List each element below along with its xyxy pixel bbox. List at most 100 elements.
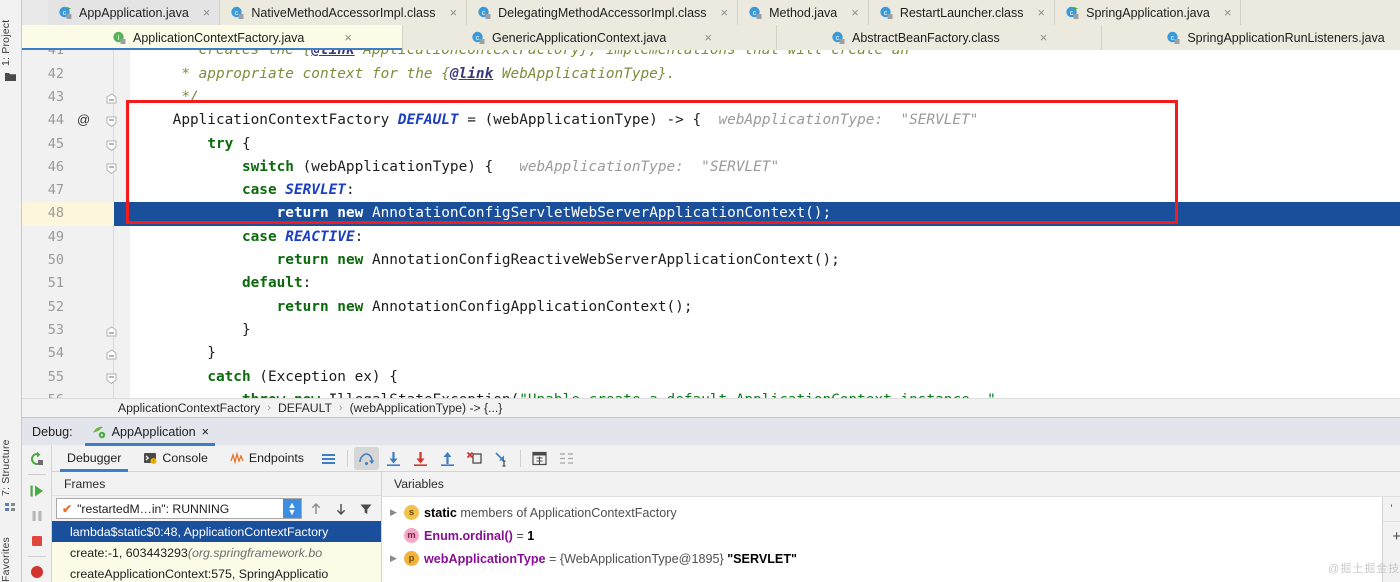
gutter-line[interactable]: 55 — [22, 366, 130, 389]
fold-collapse-icon[interactable] — [106, 162, 117, 173]
gutter-line[interactable]: 44@ — [22, 109, 130, 132]
close-icon[interactable]: × — [721, 6, 729, 19]
fold-end-icon[interactable] — [106, 348, 117, 359]
run-to-cursor-icon[interactable] — [489, 447, 514, 470]
editor-tab-springapplication[interactable]: c SpringApplication.java × — [1055, 0, 1241, 25]
tab-endpoints[interactable]: Endpoints — [219, 445, 315, 472]
sidebar-item-favorites[interactable]: Favorites — [0, 522, 22, 582]
code-line[interactable]: catch (Exception ex) { — [130, 366, 1400, 389]
editor-gutter[interactable]: 41424344@454647484950515253545556 — [22, 50, 130, 398]
editor-tab-applicationcontextfactory[interactable]: I ApplicationContextFactory.java × — [22, 25, 403, 50]
thread-select[interactable]: ✔ "restartedM…in": RUNNING ▲▼ — [56, 498, 302, 519]
force-step-into-icon[interactable] — [408, 447, 433, 470]
variable-row[interactable]: ▶mEnum.ordinal() = 1 — [382, 524, 1382, 547]
editor-tab-springapplicationrunlisteners[interactable]: c SpringApplicationRunListeners.java × — [1102, 25, 1400, 50]
code-line[interactable]: return new AnnotationConfigApplicationCo… — [130, 296, 1400, 319]
frames-up-button[interactable] — [305, 498, 327, 520]
close-icon[interactable]: × — [704, 31, 712, 44]
gutter-line[interactable]: 42 — [22, 63, 130, 86]
mute-breakpoints-button[interactable] — [26, 563, 48, 582]
code-editor[interactable]: 41424344@454647484950515253545556 * Crea… — [22, 50, 1400, 398]
fold-collapse-icon[interactable] — [106, 139, 117, 150]
editor-tab-method[interactable]: c Method.java × — [738, 0, 869, 25]
frames-down-button[interactable] — [330, 498, 352, 520]
fold-collapse-icon[interactable] — [106, 115, 117, 126]
pause-button[interactable] — [26, 506, 48, 525]
fold-collapse-icon[interactable] — [106, 372, 117, 383]
code-line[interactable]: } — [130, 342, 1400, 365]
code-line[interactable]: } — [130, 319, 1400, 342]
resume-button[interactable] — [26, 481, 48, 500]
expand-triangle-icon[interactable]: ▶ — [388, 507, 399, 518]
gutter-line[interactable]: 50 — [22, 249, 130, 272]
frame-row[interactable]: lambda$static$0:48, ApplicationContextFa… — [52, 521, 381, 542]
breadcrumb[interactable]: ApplicationContextFactory › DEFAULT › (w… — [22, 398, 1400, 417]
annotation-marker-icon[interactable]: @ — [77, 112, 90, 127]
gutter-line[interactable]: 56 — [22, 389, 130, 399]
variable-row[interactable]: ▶sstatic members of ApplicationContextFa… — [382, 501, 1382, 524]
debug-session-tab[interactable]: AppApplication × — [85, 418, 215, 446]
watches-count-row[interactable]: ’ ▼ 1 — [1383, 497, 1400, 522]
variable-row[interactable]: ▶pwebApplicationType = {WebApplicationTy… — [382, 547, 1382, 570]
stop-button[interactable] — [26, 531, 48, 550]
code-line[interactable]: case REACTIVE: — [130, 226, 1400, 249]
gutter-line[interactable]: 46 — [22, 156, 130, 179]
frame-row[interactable]: create:-1, 603443293 (org.springframewor… — [52, 542, 381, 563]
gutter-line[interactable]: 43 — [22, 86, 130, 109]
code-line[interactable]: case SERVLET: — [130, 179, 1400, 202]
gutter-line[interactable]: 51 — [22, 272, 130, 295]
close-icon[interactable]: × — [450, 6, 458, 19]
close-icon[interactable]: × — [1224, 6, 1232, 19]
gutter-line[interactable]: 49 — [22, 226, 130, 249]
tab-debugger[interactable]: Debugger — [56, 445, 132, 472]
sidebar-item-structure[interactable]: 7: Structure — [0, 420, 22, 496]
code-line[interactable]: try { — [130, 133, 1400, 156]
fold-end-icon[interactable] — [106, 325, 117, 336]
editor-tab-restartlauncher[interactable]: c RestartLauncher.class × — [869, 0, 1055, 25]
gutter-line[interactable]: 41 — [22, 50, 130, 62]
gutter-line[interactable]: 48 — [22, 202, 130, 225]
code-line[interactable]: */ — [130, 86, 1400, 109]
code-text-area[interactable]: * Creates the {@link ApplicationContextF… — [130, 50, 1400, 398]
expand-triangle-icon[interactable]: ▶ — [388, 553, 399, 564]
gutter-line[interactable]: 45 — [22, 133, 130, 156]
breadcrumb-item-class[interactable]: ApplicationContextFactory — [118, 401, 260, 415]
rerun-button[interactable] — [26, 449, 48, 468]
editor-tab-delegatingmethodaccessorimpl[interactable]: c DelegatingMethodAccessorImpl.class × — [467, 0, 738, 25]
tab-console[interactable]: ! Console — [132, 445, 218, 472]
step-out-icon[interactable] — [435, 447, 460, 470]
fold-end-icon[interactable] — [106, 92, 117, 103]
layout-settings-icon[interactable] — [554, 447, 579, 470]
variables-list[interactable]: ▶sstatic members of ApplicationContextFa… — [382, 497, 1382, 582]
code-line[interactable]: default: — [130, 272, 1400, 295]
frames-list[interactable]: lambda$static$0:48, ApplicationContextFa… — [52, 521, 381, 582]
close-icon[interactable]: × — [1040, 31, 1048, 44]
code-line[interactable]: switch (webApplicationType) { webApplica… — [130, 156, 1400, 179]
code-line[interactable]: return new AnnotationConfigServletWebSer… — [130, 202, 1400, 225]
code-line[interactable]: throw new IllegalStateException("Unable … — [130, 389, 1400, 399]
frames-filter-button[interactable] — [355, 498, 377, 520]
close-icon[interactable]: × — [344, 31, 352, 44]
add-watch-row[interactable]: + » — [1383, 522, 1400, 551]
chevron-down-icon[interactable]: ▲▼ — [283, 499, 301, 518]
frame-row[interactable]: createApplicationContext:575, SpringAppl… — [52, 563, 381, 582]
add-watch-button[interactable]: + — [1392, 528, 1400, 545]
code-line[interactable]: return new AnnotationConfigReactiveWebSe… — [130, 249, 1400, 272]
breadcrumb-item-lambda[interactable]: (webApplicationType) -> {...} — [350, 401, 503, 415]
sidebar-item-project[interactable]: 1: Project — [0, 4, 22, 66]
show-execution-point-icon[interactable] — [316, 447, 341, 470]
gutter-line[interactable]: 47 — [22, 179, 130, 202]
code-line[interactable]: * Creates the {@link ApplicationContextF… — [130, 50, 1400, 62]
close-icon[interactable]: × — [202, 425, 209, 439]
editor-tab-abstractbeanfactory[interactable]: c AbstractBeanFactory.class × — [777, 25, 1102, 50]
breadcrumb-item-field[interactable]: DEFAULT — [278, 401, 332, 415]
evaluate-expression-icon[interactable] — [527, 447, 552, 470]
close-icon[interactable]: × — [851, 6, 859, 19]
gutter-line[interactable]: 52 — [22, 296, 130, 319]
gutter-line[interactable]: 54 — [22, 342, 130, 365]
gutter-line[interactable]: 53 — [22, 319, 130, 342]
code-line[interactable]: * appropriate context for the {@link Web… — [130, 63, 1400, 86]
step-into-icon[interactable] — [381, 447, 406, 470]
step-over-icon[interactable] — [354, 447, 379, 470]
close-icon[interactable]: × — [203, 6, 211, 19]
